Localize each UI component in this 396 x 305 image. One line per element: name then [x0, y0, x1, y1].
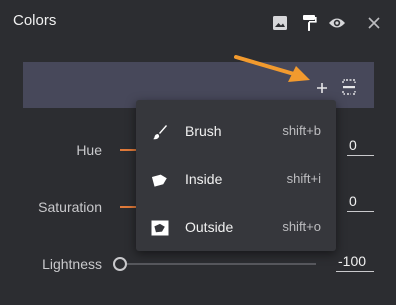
brush-icon: [151, 124, 169, 140]
outside-icon: [151, 220, 169, 236]
panel-title: Colors: [13, 12, 57, 29]
menu-item-label: Brush: [185, 123, 222, 139]
inside-icon: [151, 172, 169, 188]
menu-item-outside[interactable]: Outside shift+o: [136, 206, 336, 250]
menu-item-label: Inside: [185, 171, 223, 187]
menu-item-brush[interactable]: Brush shift+b: [136, 110, 336, 154]
hue-label: Hue: [76, 142, 102, 158]
dotted-split-icon[interactable]: [341, 79, 357, 95]
eye-icon[interactable]: [328, 14, 346, 32]
hue-value-input[interactable]: 0: [347, 137, 374, 156]
mode-dropdown-menu: Brush shift+b Inside shift+i Outside shi…: [136, 100, 336, 251]
image-icon[interactable]: [271, 14, 289, 32]
colors-panel: Colors Hue 0 Saturation 0 Lightness -100…: [0, 0, 396, 305]
close-icon[interactable]: [365, 14, 383, 32]
menu-item-shortcut: shift+i: [286, 171, 321, 186]
menu-item-shortcut: shift+o: [282, 219, 321, 234]
menu-item-shortcut: shift+b: [282, 123, 321, 138]
menu-item-inside[interactable]: Inside shift+i: [136, 158, 336, 202]
lightness-slider-knob[interactable]: [113, 257, 127, 271]
hue-slider-track[interactable]: [120, 149, 136, 151]
menu-item-label: Outside: [185, 219, 234, 235]
saturation-label: Saturation: [38, 199, 102, 215]
saturation-value-input[interactable]: 0: [347, 193, 374, 212]
lightness-label: Lightness: [42, 256, 102, 272]
paint-roller-icon[interactable]: [300, 14, 318, 32]
lightness-slider-track[interactable]: [126, 263, 316, 265]
saturation-slider-track[interactable]: [120, 206, 136, 208]
pointer-arrow-icon: [234, 55, 310, 82]
plus-icon[interactable]: [314, 80, 330, 96]
lightness-value-input[interactable]: -100: [336, 253, 374, 272]
